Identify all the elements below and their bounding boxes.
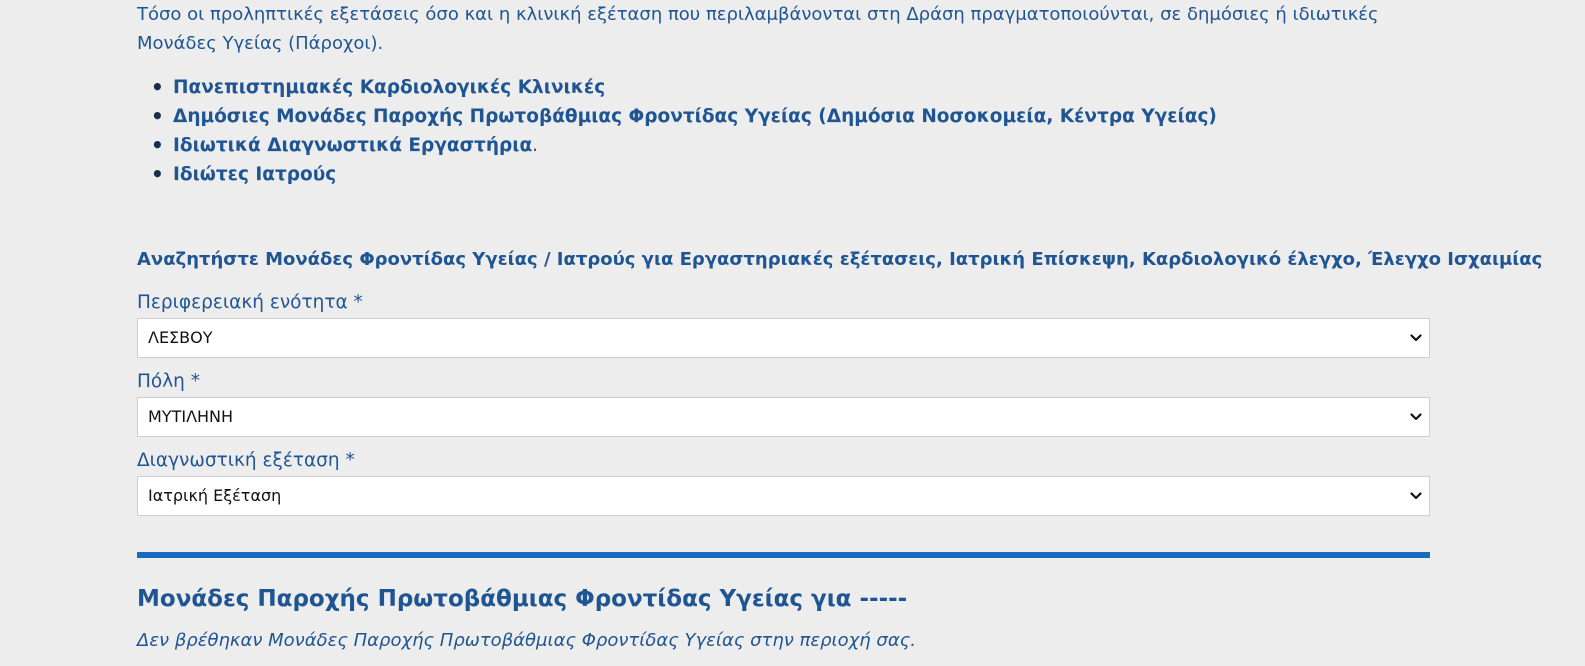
exam-select[interactable]: Ιατρική Εξέταση: [137, 476, 1430, 516]
bullet-icon: •: [151, 104, 164, 128]
provider-label: Ιδιώτες Ιατρούς: [173, 164, 337, 185]
provider-label: Δημόσιες Μονάδες Παροχής Πρωτοβάθμιας Φρ…: [173, 106, 1217, 127]
provider-label: Πανεπιστημιακές Καρδιολογικές Κλινικές: [173, 77, 606, 98]
provider-list: • Πανεπιστημιακές Καρδιολογικές Κλινικές …: [137, 73, 1430, 189]
city-label: Πόλη *: [137, 371, 201, 392]
exam-label: Διαγνωστική εξέταση *: [137, 450, 355, 471]
region-select[interactable]: ΛΕΣΒΟΥ: [137, 318, 1430, 358]
chevron-down-icon: [1410, 334, 1422, 342]
chevron-down-icon: [1410, 492, 1422, 500]
chevron-down-icon: [1410, 413, 1422, 421]
region-select-value: ΛΕΣΒΟΥ: [148, 328, 213, 347]
main-content: Τόσο οι προληπτικές εξετάσεις όσο και η …: [137, 0, 1543, 653]
city-select[interactable]: ΜΥΤΙΛΗΝΗ: [137, 397, 1430, 437]
section-divider: [137, 552, 1430, 558]
provider-label: Ιδιωτικά Διαγνωστικά Εργαστήρια: [173, 135, 533, 156]
results-heading: Μονάδες Παροχής Πρωτοβάθμιας Φροντίδας Υ…: [137, 586, 908, 612]
bullet-icon: •: [151, 75, 164, 99]
list-item: • Ιδιώτες Ιατρούς: [137, 160, 1430, 189]
intro-paragraph: Τόσο οι προληπτικές εξετάσεις όσο και η …: [137, 4, 1379, 54]
search-heading: Αναζητήστε Μονάδες Φροντίδας Υγείας / Ια…: [137, 249, 1543, 270]
region-label: Περιφερειακή ενότητα *: [137, 292, 363, 313]
list-item: • Δημόσιες Μονάδες Παροχής Πρωτοβάθμιας Φ…: [137, 102, 1430, 131]
list-item: • Ιδιωτικά Διαγνωστικά Εργαστήρια.: [137, 131, 1430, 160]
bullet-icon: •: [151, 162, 164, 186]
no-results-message: Δεν βρέθηκαν Μονάδες Παροχής Πρωτοβάθμια…: [137, 630, 916, 651]
exam-select-value: Ιατρική Εξέταση: [148, 486, 282, 505]
city-select-value: ΜΥΤΙΛΗΝΗ: [148, 407, 234, 426]
provider-label-trail: .: [532, 135, 539, 156]
bullet-icon: •: [151, 133, 164, 157]
list-item: • Πανεπιστημιακές Καρδιολογικές Κλινικές: [137, 73, 1430, 102]
